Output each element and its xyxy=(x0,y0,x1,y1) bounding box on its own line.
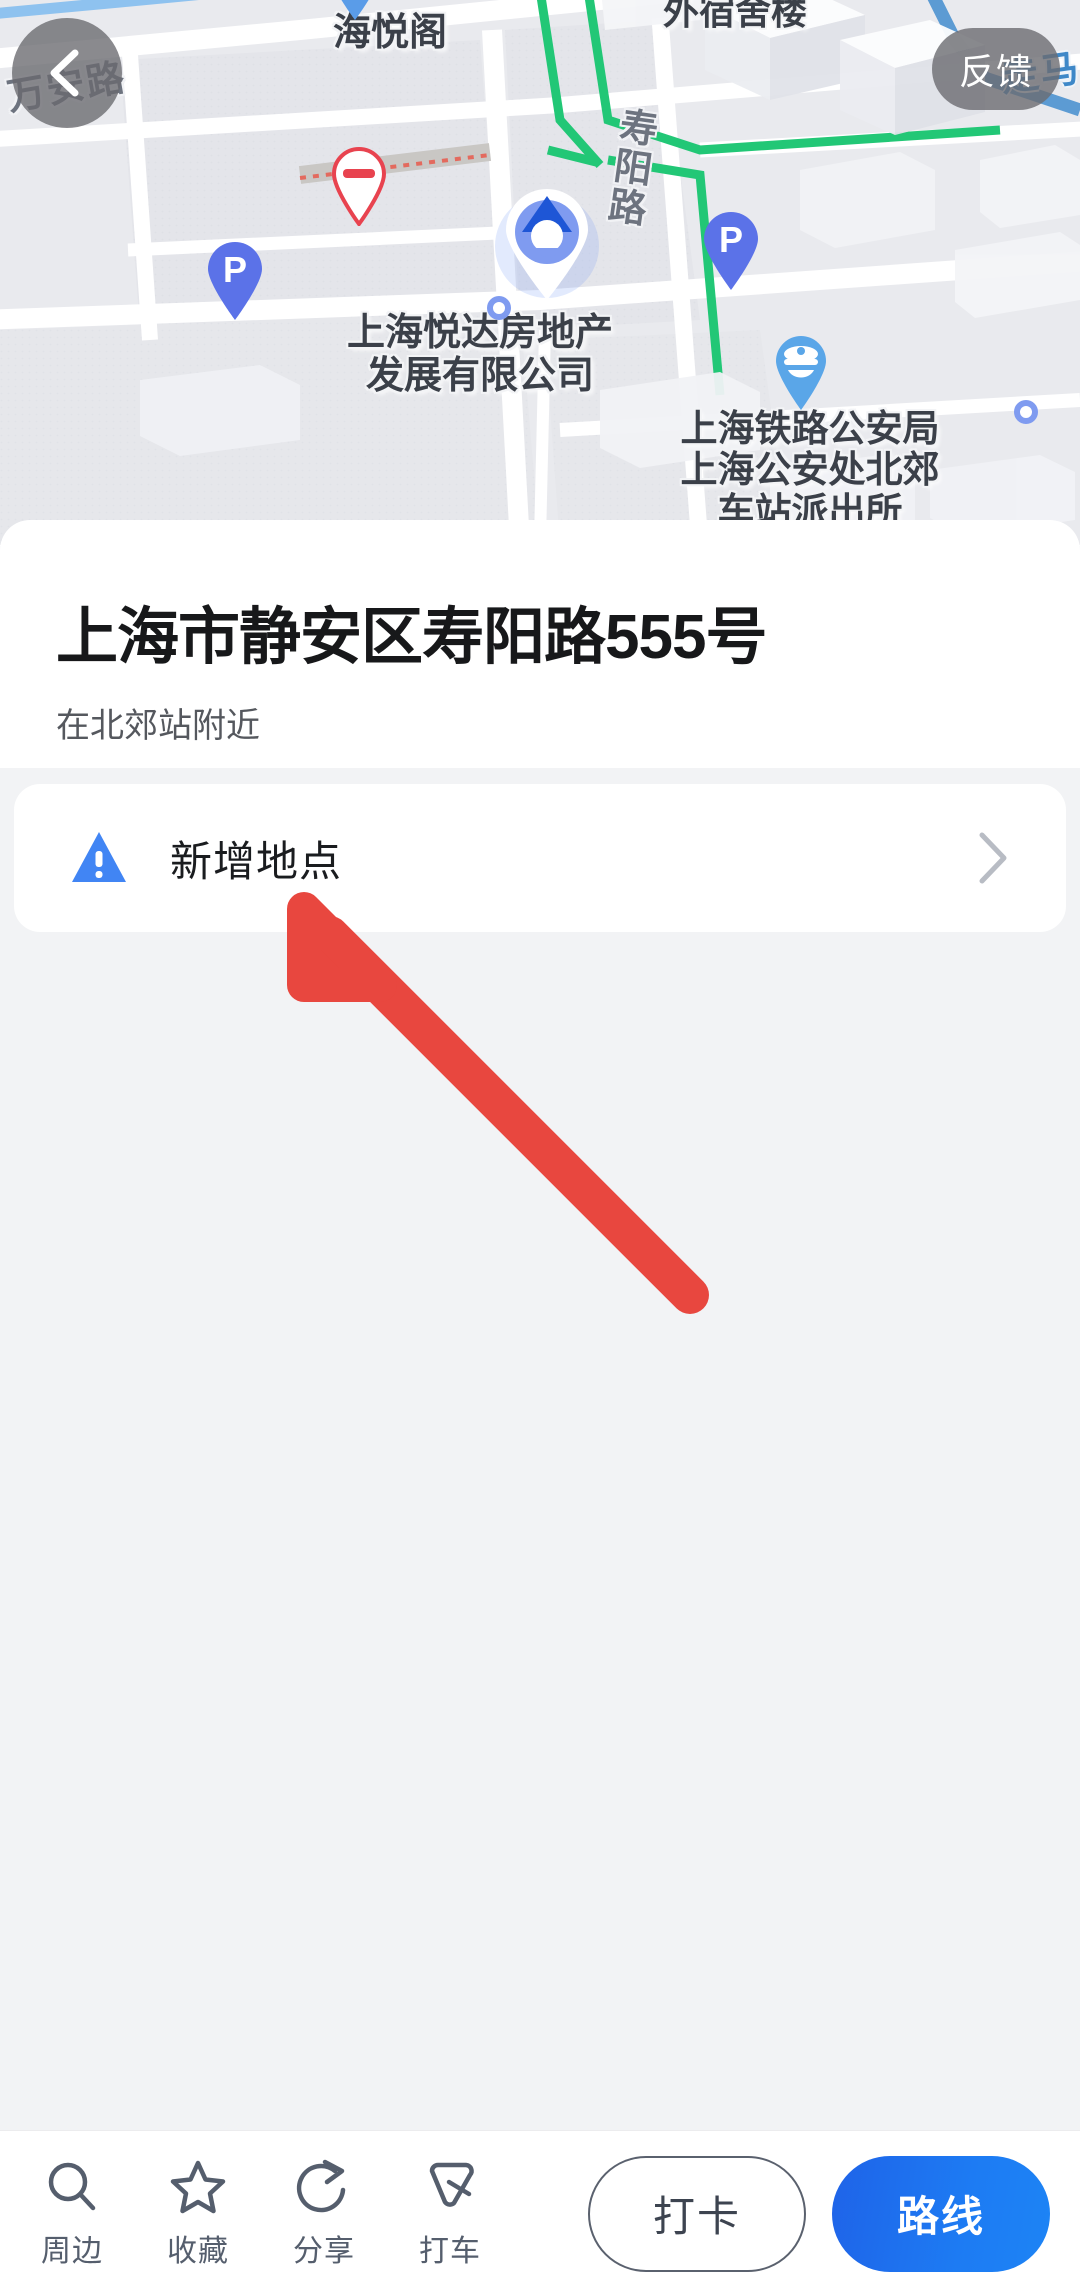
route-button[interactable]: 路线 xyxy=(832,2155,1050,2272)
tool-nearby-label: 周边 xyxy=(41,2234,103,2268)
map-marker-current-location[interactable] xyxy=(492,188,602,308)
back-button[interactable] xyxy=(12,18,122,128)
map-marker-top-cut[interactable] xyxy=(322,0,388,22)
feedback-button-label: 反馈 xyxy=(958,51,1033,92)
checkin-button-label: 打卡 xyxy=(652,2193,741,2240)
search-icon xyxy=(43,2158,101,2216)
bottom-toolbar: 周边 收藏 分享 打车 打卡 路线 xyxy=(0,2130,1080,2296)
map-marker-dot-2 xyxy=(1014,400,1038,424)
chevron-left-icon xyxy=(50,49,79,97)
taxi-icon xyxy=(421,2158,479,2216)
map-view[interactable]: 万安路 寿阳路 走马 海悦阁 外宿舍楼 上海悦达房地产 发展有限公司 上海铁路公… xyxy=(0,0,1080,545)
detail-sheet: 上海市静安区寿阳路555号 在北郊站附近 新增地点 xyxy=(0,520,1080,2296)
tool-taxi-label: 打车 xyxy=(419,2234,481,2268)
tool-favorite[interactable]: 收藏 xyxy=(144,2158,252,2270)
tool-share[interactable]: 分享 xyxy=(270,2158,378,2270)
poi-subtitle: 在北郊站附近 xyxy=(56,707,260,745)
map-marker-parking-2[interactable]: P xyxy=(698,208,764,292)
tool-taxi[interactable]: 打车 xyxy=(396,2158,504,2270)
action-buttons: 打卡 路线 xyxy=(588,2155,1050,2272)
map-marker-parking-1[interactable]: P xyxy=(202,238,268,322)
checkin-button[interactable]: 打卡 xyxy=(588,2155,806,2272)
chevron-right-icon[interactable] xyxy=(976,830,1010,886)
poi-header-card: 上海市静安区寿阳路555号 在北郊站附近 xyxy=(0,520,1080,768)
map-marker-police[interactable] xyxy=(768,330,834,414)
svg-text:P: P xyxy=(223,249,247,290)
add-place-row[interactable]: 新增地点 xyxy=(14,784,1066,932)
map-marker-dot-1 xyxy=(487,296,511,320)
route-button-label: 路线 xyxy=(896,2193,985,2240)
warning-triangle-icon xyxy=(70,829,128,887)
add-place-label: 新增地点 xyxy=(170,837,343,885)
share-icon xyxy=(295,2158,353,2216)
svg-text:P: P xyxy=(719,219,743,260)
tool-nearby[interactable]: 周边 xyxy=(18,2158,126,2270)
page-title: 上海市静安区寿阳路555号 xyxy=(56,603,767,672)
tool-share-label: 分享 xyxy=(293,2234,355,2268)
star-icon xyxy=(169,2158,227,2216)
tool-favorite-label: 收藏 xyxy=(167,2234,229,2268)
feedback-button[interactable]: 反馈 xyxy=(932,28,1060,110)
map-marker-no-entry[interactable] xyxy=(326,142,392,226)
